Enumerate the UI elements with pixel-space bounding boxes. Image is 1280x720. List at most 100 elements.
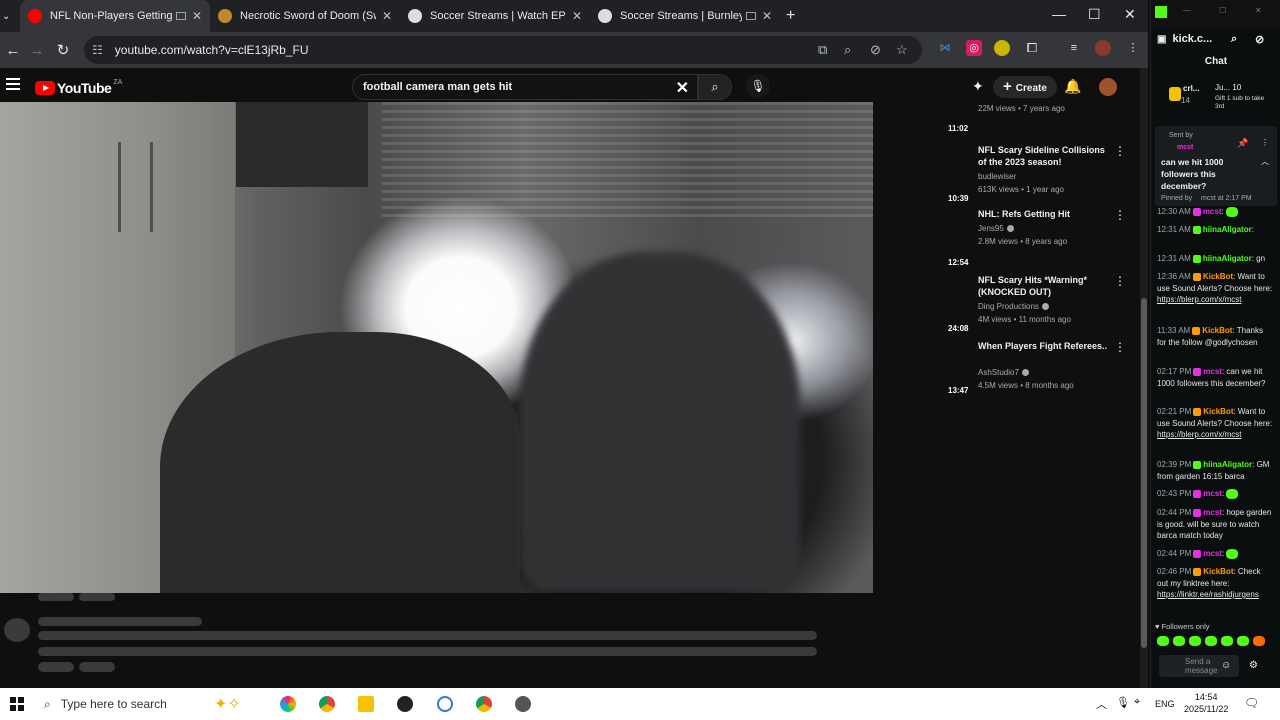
emote-quick-bar[interactable]: [1157, 636, 1265, 646]
chat-message[interactable]: 12:30 AM mcst:: [1157, 206, 1273, 218]
file-explorer-icon[interactable]: [358, 696, 374, 712]
chat-message[interactable]: 12:31 AM hiinaAligator: gn: [1157, 253, 1273, 265]
pin-icon[interactable]: 📌: [1237, 138, 1248, 149]
browser-tab[interactable]: NFL Non-Players Getting In ✕: [20, 0, 210, 32]
message-username[interactable]: mcst: [1203, 508, 1222, 517]
channel-name[interactable]: budlewiser: [978, 172, 1016, 181]
address-bar[interactable]: ☷ youtube.com/watch?v=clE13jRb_FU ⧉ ⌕ ⊘ …: [84, 36, 922, 64]
chat-message[interactable]: 11:33 AM KickBot: Thanks for the follow @…: [1157, 325, 1273, 348]
zoom-icon[interactable]: ⌕: [844, 36, 851, 64]
chat-message[interactable]: 12:36 AM KickBot: Want to use Sound Alert…: [1157, 271, 1273, 306]
chat-message[interactable]: 02:44 PM mcst: hope garden is good. will …: [1157, 507, 1273, 542]
shorts-cast-icon[interactable]: ✦: [972, 78, 984, 95]
mic-icon[interactable]: 🎙: [1116, 696, 1130, 709]
bookmark-star-icon[interactable]: ☆: [896, 36, 908, 64]
message-username[interactable]: mcst: [1203, 489, 1222, 498]
browser-tab[interactable]: Soccer Streams | Watch EPL On ✕: [400, 0, 590, 32]
back-icon[interactable]: ←: [0, 42, 26, 59]
chat-message[interactable]: 02:44 PM mcst:: [1157, 548, 1273, 560]
tab-close-icon[interactable]: ✕: [762, 9, 772, 23]
eye-off-icon[interactable]: ⊘: [1255, 33, 1264, 46]
clear-search-icon[interactable]: ✕: [676, 78, 689, 98]
extension-icon-2[interactable]: ◎: [966, 40, 982, 56]
video-player[interactable]: [0, 102, 873, 593]
youtube-logo[interactable]: YouTube ZA: [35, 79, 122, 96]
more-actions-icon[interactable]: ⋮: [1114, 208, 1126, 222]
obs-icon[interactable]: [397, 696, 413, 712]
side-panel-icon[interactable]: ▣: [1157, 34, 1166, 45]
chrome-profile-icon[interactable]: [476, 696, 492, 712]
snipping-tool-icon[interactable]: [437, 696, 453, 712]
message-username[interactable]: mcst: [1203, 367, 1222, 376]
search-input[interactable]: football camera man gets hit ✕: [352, 74, 698, 100]
chat-message[interactable]: 02:17 PM mcst: can we hit 1000 followers …: [1157, 366, 1273, 389]
message-username[interactable]: KickBot: [1203, 272, 1233, 281]
panel-close-button[interactable]: ✕: [1255, 6, 1262, 15]
message-link[interactable]: https://blerp.com/x/mcst: [1157, 430, 1241, 439]
tab-close-icon[interactable]: ✕: [382, 9, 392, 23]
maximize-button[interactable]: ☐: [1088, 6, 1101, 23]
voice-search-button[interactable]: 🎙: [746, 74, 770, 98]
system-clock[interactable]: 14:54 2025/11/22: [1184, 691, 1228, 715]
tray-chevron-icon[interactable]: ︿: [1096, 696, 1107, 712]
profile-avatar-icon[interactable]: [1095, 40, 1111, 56]
language-indicator[interactable]: ENG: [1155, 699, 1175, 709]
close-window-button[interactable]: ✕: [1124, 6, 1136, 23]
emoji-icon[interactable]: ☺: [1221, 660, 1231, 671]
chat-message[interactable]: 02:43 PM mcst:: [1157, 488, 1273, 500]
tab-close-icon[interactable]: ✕: [572, 9, 582, 23]
page-scrollbar[interactable]: [1140, 68, 1148, 688]
minimize-button[interactable]: —: [1052, 6, 1066, 22]
extension-icon-1[interactable]: ⋈: [937, 40, 953, 56]
message-link[interactable]: https://linktr.ee/rashidjurgens: [1157, 590, 1259, 599]
panel-minimize-button[interactable]: —: [1183, 6, 1191, 15]
panel-maximize-button[interactable]: ☐: [1219, 6, 1226, 15]
chat-settings-icon[interactable]: ⚙: [1249, 660, 1258, 671]
copilot-icon[interactable]: [280, 696, 296, 712]
more-actions-icon[interactable]: ⋮: [1114, 144, 1126, 158]
message-link[interactable]: https://blerp.com/x/mcst: [1157, 295, 1241, 304]
message-username[interactable]: mcst: [1203, 207, 1222, 216]
chrome-icon[interactable]: [319, 696, 335, 712]
more-icon[interactable]: ⋮: [1261, 138, 1269, 147]
chat-message[interactable]: 12:31 AM hiinaAligator:: [1157, 224, 1273, 236]
channel-name[interactable]: Jens95: [978, 224, 1014, 233]
start-button[interactable]: [10, 697, 24, 711]
notifications-bell-icon[interactable]: 🔔: [1064, 78, 1081, 95]
video-title[interactable]: NFL Scary Hits *Warning* (KNOCKED OUT): [978, 274, 1110, 298]
forward-icon[interactable]: →: [24, 42, 50, 59]
message-username[interactable]: KickBot: [1202, 326, 1232, 335]
chat-message[interactable]: 02:39 PM hiinaAligator: GM from garden 16…: [1157, 459, 1273, 482]
extension-icon-3[interactable]: [994, 40, 1010, 56]
tab-close-icon[interactable]: ✕: [192, 9, 202, 23]
chat-message[interactable]: 02:46 PM KickBot: Check out my linktree h…: [1157, 566, 1273, 601]
chat-message[interactable]: 02:21 PM KickBot: Want to use Sound Alert…: [1157, 406, 1273, 441]
tab-search-menu[interactable]: ⌄: [2, 11, 14, 22]
message-username[interactable]: KickBot: [1203, 567, 1233, 576]
browser-tab[interactable]: Soccer Streams | Burnley vs ✕: [590, 0, 780, 32]
create-button[interactable]: + Create: [993, 76, 1057, 98]
browser-menu-icon[interactable]: ⋮: [1125, 40, 1141, 56]
video-title[interactable]: NHL: Refs Getting Hit: [978, 208, 1110, 220]
copilot-sparkle-icon[interactable]: ✦✧: [214, 694, 241, 714]
extensions-puzzle-icon[interactable]: ⧠: [1024, 40, 1040, 56]
network-icon[interactable]: ⌖: [1134, 696, 1140, 709]
app-icon[interactable]: [515, 696, 531, 712]
channel-name[interactable]: Ding Productions: [978, 302, 1049, 311]
eye-off-icon[interactable]: ⊘: [870, 36, 881, 64]
collapse-icon[interactable]: ︿: [1261, 156, 1269, 167]
message-username[interactable]: hiinaAligator: [1203, 225, 1252, 234]
pinned-message[interactable]: 📌 ⋮ ︿ Sent by mcst can we hit 1000 follo…: [1155, 126, 1277, 206]
message-username[interactable]: hiinaAligator: [1203, 460, 1252, 469]
message-username[interactable]: hiinaAligator: [1203, 254, 1252, 263]
video-title[interactable]: When Players Fight Referees..: [978, 340, 1110, 352]
search-button[interactable]: ⌕: [698, 74, 732, 100]
more-actions-icon[interactable]: ⋮: [1114, 340, 1126, 354]
search-icon[interactable]: ⌕: [1231, 33, 1237, 46]
notification-icon[interactable]: 🗨: [1244, 696, 1259, 710]
channel-name[interactable]: AshStudio7: [978, 368, 1029, 377]
top-gifter-card[interactable]: crl... 14 Ju... 10 Gift 1 sub to take 3r…: [1157, 80, 1275, 110]
more-actions-icon[interactable]: ⋮: [1114, 274, 1126, 288]
message-username[interactable]: KickBot: [1203, 407, 1233, 416]
message-username[interactable]: mcst: [1203, 549, 1222, 558]
